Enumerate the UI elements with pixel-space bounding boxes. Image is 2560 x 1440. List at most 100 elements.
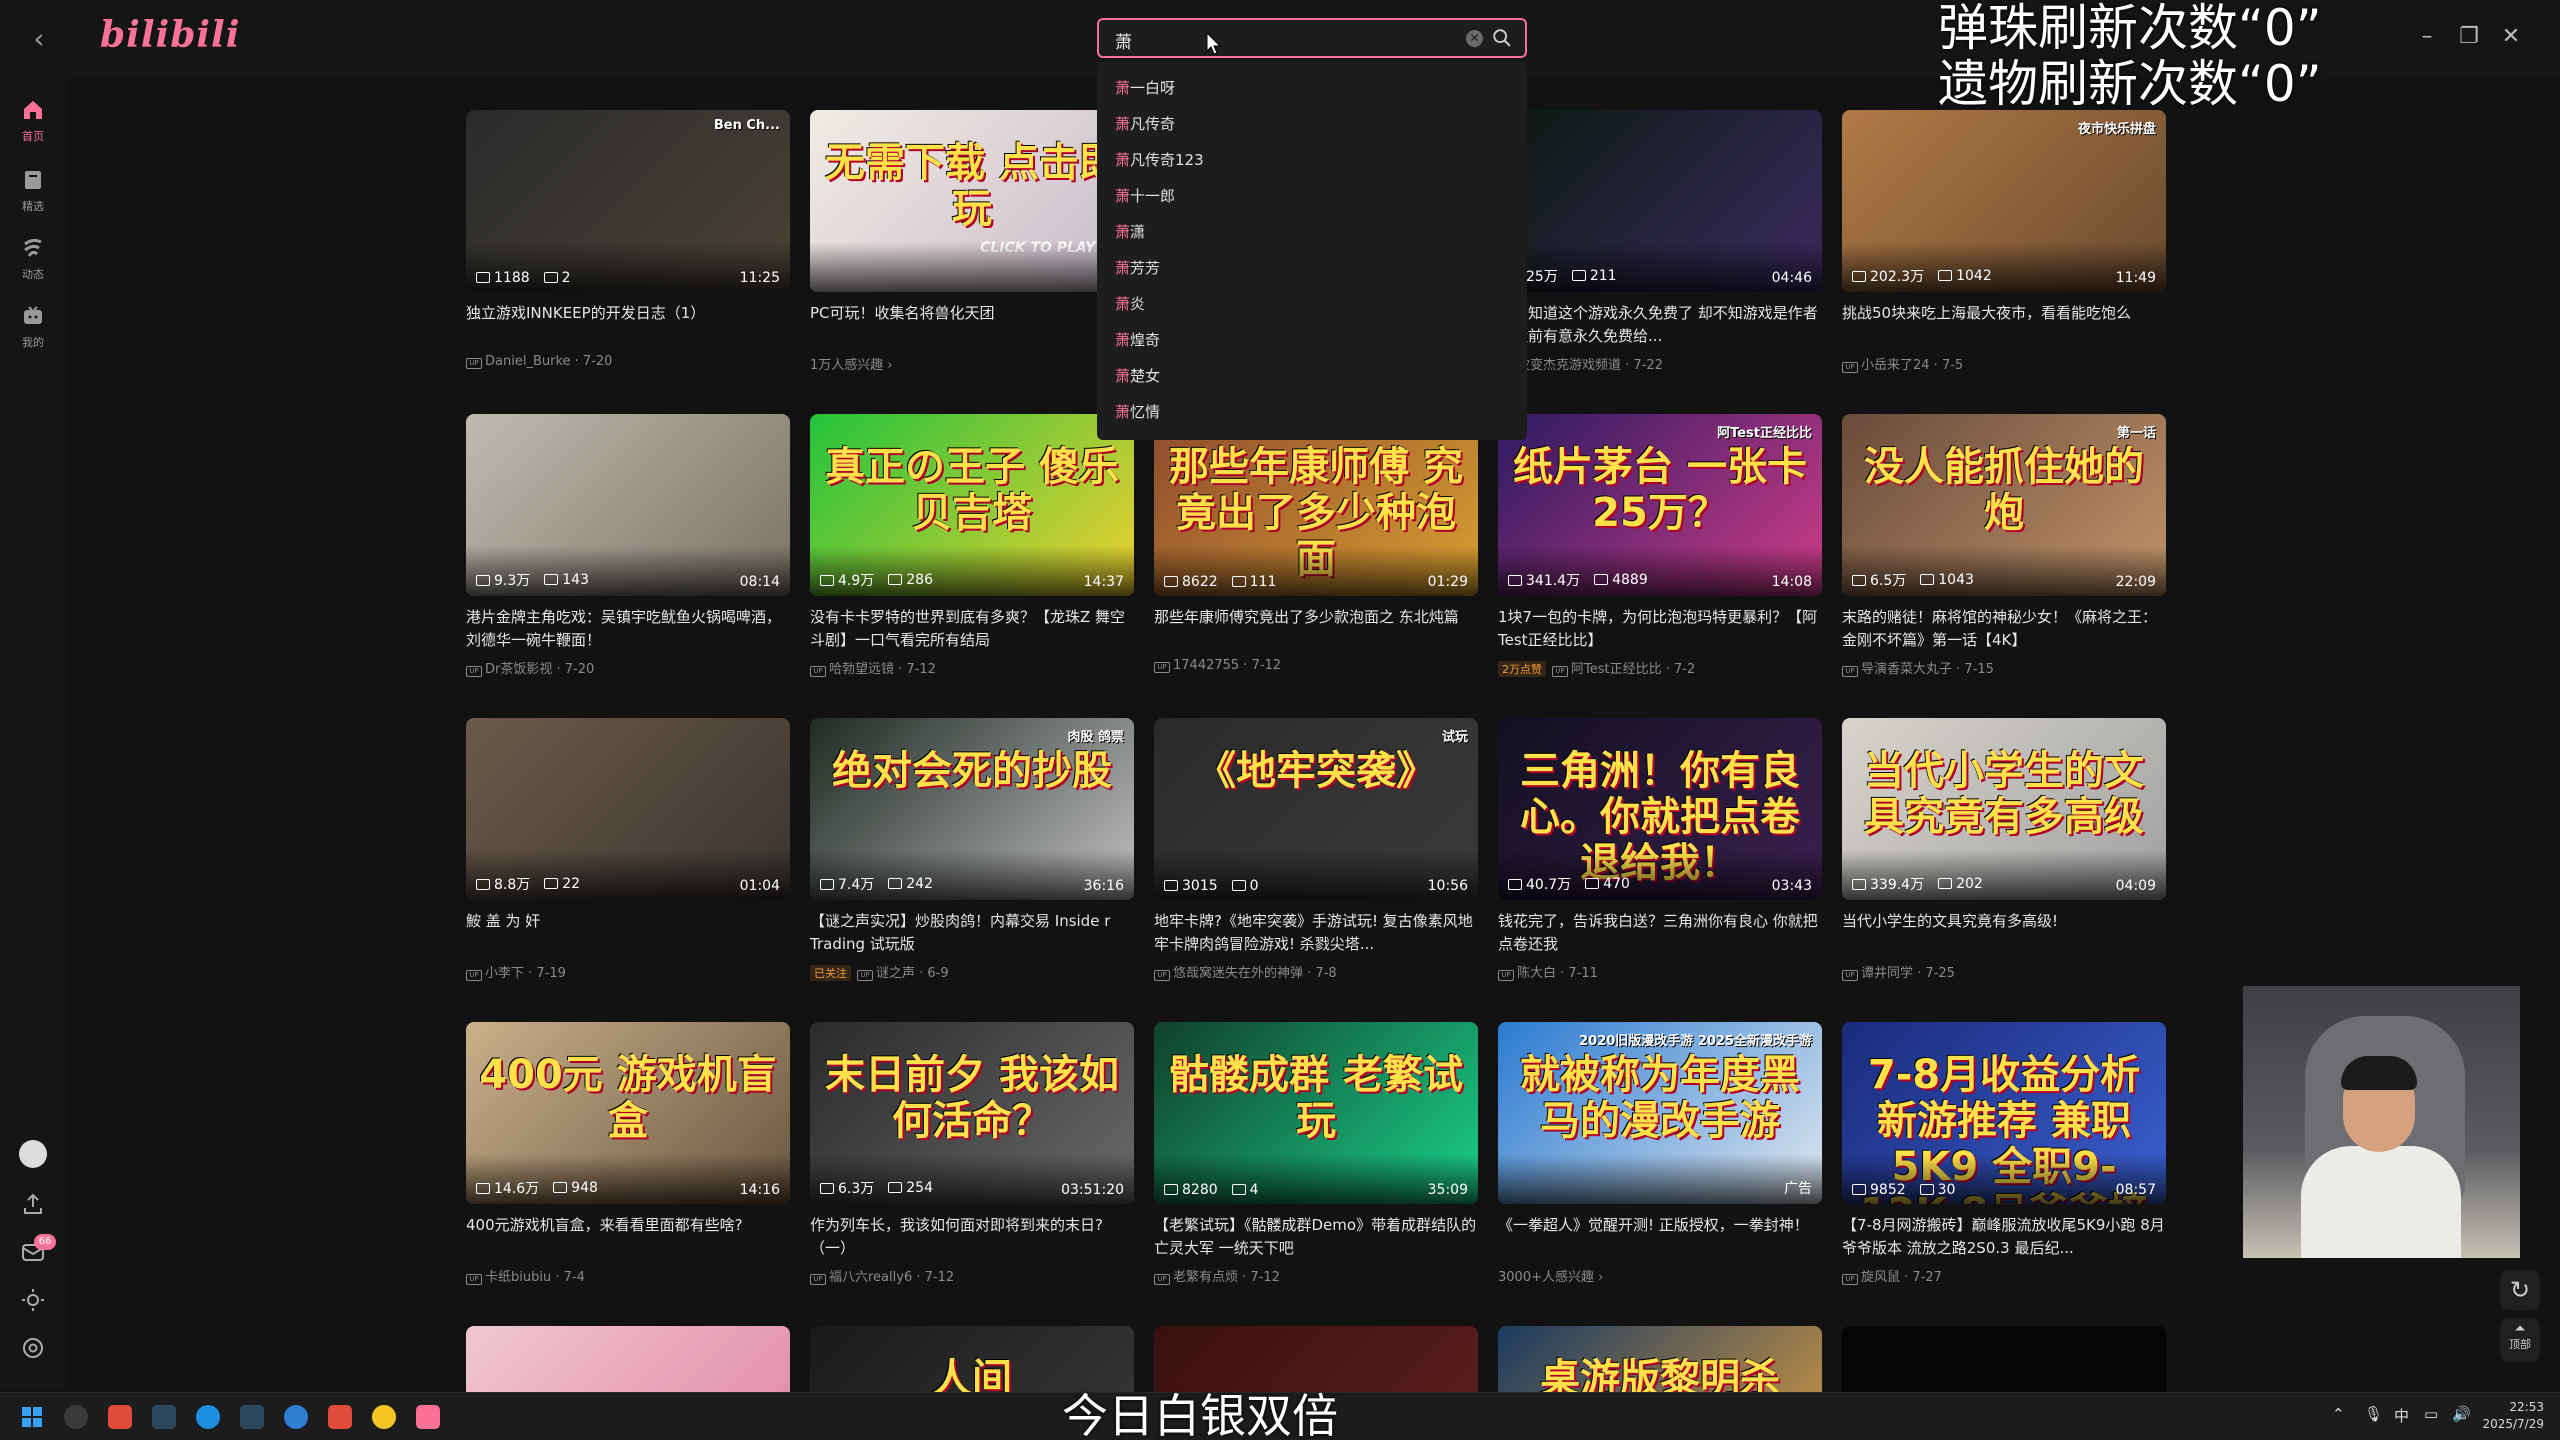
video-title[interactable]: 400元游戏机盲盒，来看看里面都有些啥? — [466, 1214, 790, 1260]
steam-icon[interactable] — [152, 1405, 176, 1429]
video-thumbnail[interactable]: 8.8万 22 01:04 — [466, 718, 790, 900]
uploader-line[interactable]: UP Daniel_Burke · 7-20 — [466, 354, 790, 369]
video-thumbnail[interactable]: 就被称为年度黑马的漫改手游 2020旧版漫改手游 2025全新漫改手游 广告 — [1498, 1022, 1822, 1204]
video-title[interactable]: 你只知道这个游戏永久免费了 却不知游戏是作者病逝前有意永久免费给... — [1498, 302, 1822, 348]
search-suggestion-item[interactable]: 萧忆情 — [1097, 394, 1527, 430]
video-card[interactable]: 末日前夕 我该如何活命？ 6.3万 254 03:51:20 作为列车长，我该如何… — [810, 1022, 1134, 1285]
bilibili-logo[interactable]: bilibili — [100, 14, 240, 56]
uploader-line[interactable]: UP 老繁有点烦 · 7-12 — [1154, 1266, 1478, 1285]
video-title[interactable]: 鮟 盖 为 奸 — [466, 910, 790, 956]
video-thumbnail[interactable]: 那些年康师傅 究竟出了多少种泡面 8622 111 01:29 — [1154, 414, 1478, 596]
video-title[interactable]: 独立游戏INNKEEP的开发日志（1） — [466, 302, 790, 348]
uploader-line[interactable]: UP 导演香菜大丸子 · 7-15 — [1842, 658, 2166, 677]
video-card[interactable]: Ben Ch... 1188 2 11:25 独立游戏INNKEEP的开发日志（1… — [466, 110, 790, 369]
uploader-line[interactable]: UP 卡纸biubiu · 7-4 — [466, 1266, 790, 1285]
refresh-button[interactable]: ↻ — [2500, 1270, 2540, 1310]
sidebar-item-featured[interactable]: 精选 — [0, 168, 66, 214]
app-blue-icon[interactable] — [284, 1405, 308, 1429]
video-card[interactable]: 无需下载 点击即玩CLICK TO PLAY PC可玩！收集名将兽化天团 1万人感兴… — [810, 110, 1134, 373]
video-title[interactable]: 作为列车长，我该如何面对即将到来的末日? （一） — [810, 1214, 1134, 1260]
video-card[interactable]: 夜市快乐拼盘 202.3万 1042 11:49 挑战50块来吃上海最大夜市，看看… — [1842, 110, 2166, 373]
steam-secondary-icon[interactable] — [240, 1405, 264, 1429]
video-thumbnail[interactable]: 400元 游戏机盲盒 14.6万 948 14:16 — [466, 1022, 790, 1204]
video-thumbnail[interactable]: 纸片茅台 一张卡25万？ 阿Test正经比比 341.4万 4889 14:08 — [1498, 414, 1822, 596]
video-thumbnail[interactable]: 《地牢突袭》 试玩 3015 0 10:56 — [1154, 718, 1478, 900]
video-thumbnail[interactable]: 骷髅成群 老繁试玩 8280 4 35:09 — [1154, 1022, 1478, 1204]
sidebar-item-dynamic[interactable]: 动态 — [0, 236, 66, 282]
video-title[interactable]: 港片金牌主角吃戏：吴镇宇吃鱿鱼火锅喝啤酒，刘德华一碗牛鞭面！ — [466, 606, 790, 652]
video-card[interactable]: 9.3万 143 08:14 港片金牌主角吃戏：吴镇宇吃鱿鱼火锅喝啤酒，刘德华一碗… — [466, 414, 790, 677]
uploader-line[interactable]: UP 陈大白 · 7-11 — [1498, 962, 1822, 981]
video-title[interactable]: 【7-8月网游搬砖】巅峰服流放收尾5K9小跑 8月爷爷版本 流放之路2S0.3 … — [1842, 1214, 2166, 1260]
video-card[interactable]: 纸片茅台 一张卡25万？ 阿Test正经比比 341.4万 4889 14:08 1… — [1498, 414, 1822, 677]
search-input[interactable]: 萧 ✕ — [1097, 18, 1527, 58]
video-title[interactable]: 《一拳超人》觉醒开测! 正版授权，一拳封神！ — [1498, 1214, 1822, 1260]
uploader-line[interactable]: UP 小李下 · 7-19 — [466, 962, 790, 981]
uploader-line[interactable]: UP 17442755 · 7-12 — [1154, 658, 1478, 673]
uploader-line[interactable]: UP 悠哉窝迷失在外的神弹 · 7-8 — [1154, 962, 1478, 981]
video-thumbnail[interactable]: 无需下载 点击即玩CLICK TO PLAY — [810, 110, 1134, 292]
video-card[interactable]: 当代小学生的文具究竟有多高级 339.4万 202 04:09 当代小学生的文具究… — [1842, 718, 2166, 981]
video-title[interactable]: PC可玩！收集名将兽化天团 — [810, 302, 1134, 348]
uploader-line[interactable]: UP 小岳来了24 · 7-5 — [1842, 354, 2166, 373]
video-title[interactable]: 地牢卡牌?《地牢突袭》手游试玩! 复古像素风地牢卡牌肉鸽冒险游戏! 杀戮尖塔..… — [1154, 910, 1478, 956]
video-thumbnail[interactable]: Ben Ch... 1188 2 11:25 — [466, 110, 790, 292]
search-icon[interactable] — [1491, 27, 1513, 49]
video-thumbnail[interactable]: 夜市快乐拼盘 202.3万 1042 11:49 — [1842, 110, 2166, 292]
video-card[interactable]: 《地牢突袭》 试玩 3015 0 10:56 地牢卡牌?《地牢突袭》手游试玩! 复古… — [1154, 718, 1478, 981]
network-icon[interactable]: ▭ — [2424, 1405, 2438, 1423]
uploader-line[interactable]: UP 哈勃望远镜 · 7-12 — [810, 658, 1134, 677]
uploader-line[interactable]: 2万点赞 UP 阿Test正经比比 · 7-2 — [1498, 658, 1822, 677]
video-thumbnail[interactable]: 当代小学生的文具究竟有多高级 339.4万 202 04:09 — [1842, 718, 2166, 900]
ime-indicator[interactable]: 中 — [2394, 1405, 2409, 1426]
video-title[interactable]: 当代小学生的文具究竟有多高级! — [1842, 910, 2166, 956]
sidebar-item-mine[interactable]: 我的 — [0, 304, 66, 350]
uploader-line[interactable]: 3000+人感兴趣 › — [1498, 1266, 1822, 1285]
clock[interactable]: 22:53 2025/7/29 — [2472, 1399, 2544, 1433]
uploader-line[interactable]: 已关注 UP 谜之声 · 6-9 — [810, 962, 1134, 981]
upload-icon[interactable] — [19, 1190, 47, 1218]
windows-start-icon[interactable] — [20, 1405, 44, 1429]
close-icon[interactable]: ✕ — [2496, 22, 2526, 52]
settings-icon[interactable] — [19, 1334, 47, 1362]
video-title[interactable]: 钱花完了，告诉我白送？三角洲你有良心 你就把点卷还我 — [1498, 910, 1822, 956]
video-thumbnail[interactable]: 末日前夕 我该如何活命？ 6.3万 254 03:51:20 — [810, 1022, 1134, 1204]
app-red-secondary-icon[interactable] — [328, 1405, 352, 1429]
video-thumbnail[interactable]: 没人能抓住她的炮 第一话 6.5万 1043 22:09 — [1842, 414, 2166, 596]
video-title[interactable]: 【谜之声实况】炒股肉鸽！内幕交易 Inside r Trading 试玩版 — [810, 910, 1134, 956]
avatar[interactable] — [19, 1140, 47, 1168]
maximize-icon[interactable]: ❐ — [2454, 22, 2484, 52]
minimize-icon[interactable]: – — [2412, 22, 2442, 52]
video-card[interactable]: 8.8万 22 01:04 鮟 盖 为 奸 UP 小李下 · 7-19 — [466, 718, 790, 981]
app-red-icon[interactable] — [108, 1405, 132, 1429]
edge-icon[interactable] — [196, 1405, 220, 1429]
search-suggestion-item[interactable]: 萧潇 — [1097, 214, 1527, 250]
video-title[interactable]: 末路的赌徒！麻将馆的神秘少女！《麻将之王：金刚不坏篇》第一话【4K】 — [1842, 606, 2166, 652]
video-card[interactable]: 那些年康师傅 究竟出了多少种泡面 8622 111 01:29 那些年康师傅究竟出… — [1154, 414, 1478, 673]
search-suggestion-item[interactable]: 萧芳芳 — [1097, 250, 1527, 286]
search-suggestion-item[interactable]: 萧凡传奇123 — [1097, 142, 1527, 178]
back-to-top-button[interactable]: ⏶ 顶部 — [2500, 1318, 2540, 1362]
uploader-line[interactable]: UP 谭井同学 · 7-25 — [1842, 962, 2166, 981]
search-query[interactable]: 萧 — [1115, 28, 1132, 53]
tray-expand-icon[interactable]: ⌃ — [2332, 1405, 2345, 1423]
sidebar-item-home[interactable]: 首页 — [0, 98, 66, 144]
video-title[interactable]: 1块7一包的卡牌，为何比泡泡玛特更暴利？【阿Test正经比比】 — [1498, 606, 1822, 652]
uploader-line[interactable]: UP灾变杰克游戏频道 · 7-22 — [1498, 354, 1822, 373]
video-card[interactable]: 25万 211 04:46 你只知道这个游戏永久免费了 却不知游戏是作者病逝前有意… — [1498, 110, 1822, 373]
search-suggestion-item[interactable]: 萧十一郎 — [1097, 178, 1527, 214]
video-card[interactable]: 就被称为年度黑马的漫改手游 2020旧版漫改手游 2025全新漫改手游 广告《一拳超… — [1498, 1022, 1822, 1285]
video-thumbnail[interactable]: 9.3万 143 08:14 — [466, 414, 790, 596]
clear-search-icon[interactable]: ✕ — [1466, 30, 1483, 47]
video-title[interactable]: 【老繁试玩】《骷髅成群Demo》带着成群结队的亡灵大军 一统天下吧 — [1154, 1214, 1478, 1260]
browser-icon[interactable] — [64, 1405, 88, 1429]
uploader-line[interactable]: UP 旋风鼠 · 7-27 — [1842, 1266, 2166, 1285]
video-title[interactable]: 那些年康师傅究竟出了多少款泡面之 东北炖篇 — [1154, 606, 1478, 652]
search-suggestion-item[interactable]: 萧炎 — [1097, 286, 1527, 322]
video-thumbnail[interactable]: 真正の王子 傻乐贝吉塔 4.9万 286 14:37 — [810, 414, 1134, 596]
back-arrow-icon[interactable]: ‹ — [22, 22, 56, 56]
video-card[interactable]: 7-8月收益分析新游推荐 兼职5K9 全职9-12K 8月爷爷接力 流放2 LE… — [1842, 1022, 2166, 1285]
video-card[interactable]: 400元 游戏机盲盒 14.6万 948 14:16 400元游戏机盲盒，来看看里… — [466, 1022, 790, 1285]
uploader-line[interactable]: 1万人感兴趣 › — [810, 354, 1134, 373]
video-title[interactable]: 挑战50块来吃上海最大夜市，看看能吃饱么 — [1842, 302, 2166, 348]
